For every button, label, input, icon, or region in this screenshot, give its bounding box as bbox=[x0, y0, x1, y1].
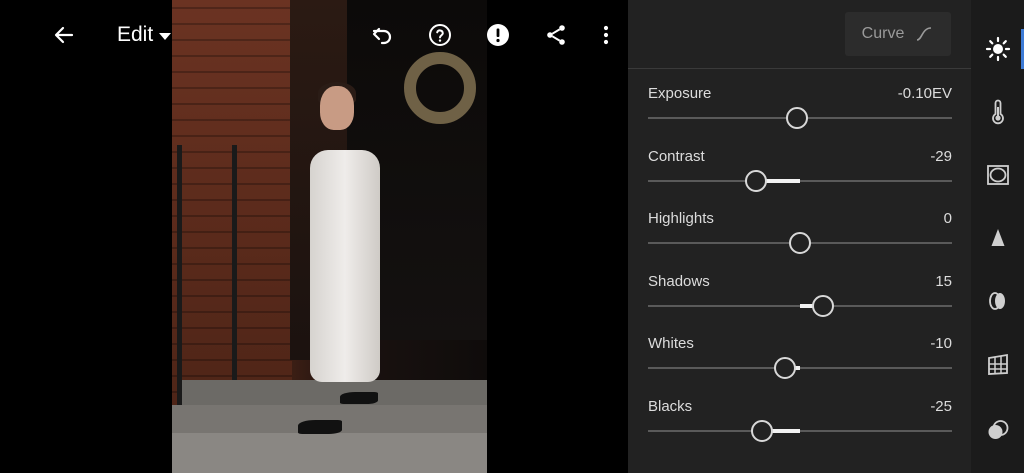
contrast-slider-group: Contrast -29 bbox=[648, 148, 952, 210]
panel-header: Curve bbox=[628, 0, 971, 69]
photo-image bbox=[172, 0, 487, 473]
contrast-slider[interactable] bbox=[648, 170, 952, 192]
photo-step bbox=[172, 433, 487, 473]
slider-handle[interactable] bbox=[773, 357, 796, 379]
slider-value: -10 bbox=[930, 335, 952, 352]
effects-icon[interactable] bbox=[971, 155, 1024, 195]
curve-button-label: Curve bbox=[861, 25, 905, 42]
slider-label: Whites bbox=[648, 335, 694, 352]
highlights-slider[interactable] bbox=[648, 232, 952, 254]
light-panel: Curve Exposure -0.10EV Contrast -29 High… bbox=[628, 0, 971, 473]
shadows-slider-group: Shadows 15 bbox=[648, 273, 952, 335]
slider-label: Contrast bbox=[648, 148, 705, 165]
slider-value: -0.10EV bbox=[897, 85, 952, 102]
slider-value: -25 bbox=[930, 398, 952, 415]
slider-handle[interactable] bbox=[786, 107, 809, 129]
slider-handle[interactable] bbox=[789, 232, 811, 254]
curve-button[interactable]: Curve bbox=[845, 12, 951, 56]
blacks-slider-group: Blacks -25 bbox=[648, 398, 952, 460]
edit-mode-label: Edit bbox=[117, 23, 154, 46]
light-icon[interactable] bbox=[971, 29, 1024, 69]
slider-label: Exposure bbox=[648, 85, 712, 102]
slider-handle[interactable] bbox=[751, 420, 773, 442]
detail-icon[interactable] bbox=[971, 218, 1024, 258]
color-temperature-icon[interactable] bbox=[971, 92, 1024, 132]
slider-handle[interactable] bbox=[744, 170, 767, 192]
more-vertical-icon[interactable] bbox=[593, 22, 619, 48]
alert-icon[interactable] bbox=[485, 22, 511, 48]
top-toolbar: Edit bbox=[0, 0, 628, 68]
slider-handle[interactable] bbox=[811, 295, 834, 317]
photo-step bbox=[182, 380, 487, 405]
photo-shoe bbox=[298, 420, 342, 434]
photo-person bbox=[310, 150, 380, 382]
edit-mode-dropdown[interactable]: Edit bbox=[117, 20, 172, 50]
slider-value: 0 bbox=[943, 210, 952, 227]
slider-label: Shadows bbox=[648, 273, 710, 290]
shadows-slider[interactable] bbox=[648, 295, 952, 317]
highlights-slider-group: Highlights 0 bbox=[648, 210, 952, 272]
optics-icon[interactable] bbox=[971, 281, 1024, 321]
blacks-slider[interactable] bbox=[648, 420, 952, 442]
exposure-slider-group: Exposure -0.10EV bbox=[648, 85, 952, 147]
geometry-icon[interactable] bbox=[971, 344, 1024, 384]
presets-icon[interactable] bbox=[971, 410, 1024, 450]
tool-rail bbox=[971, 0, 1024, 473]
whites-slider-group: Whites -10 bbox=[648, 335, 952, 397]
exposure-slider[interactable] bbox=[648, 107, 952, 129]
help-icon[interactable] bbox=[427, 22, 453, 48]
slider-value: 15 bbox=[935, 273, 952, 290]
photo-shoe bbox=[340, 392, 378, 404]
undo-icon[interactable] bbox=[369, 22, 395, 48]
caret-down-icon bbox=[159, 32, 172, 40]
slider-label: Blacks bbox=[648, 398, 693, 415]
whites-slider[interactable] bbox=[648, 357, 952, 379]
share-icon[interactable] bbox=[543, 22, 569, 48]
slider-value: -29 bbox=[930, 148, 952, 165]
slider-label: Highlights bbox=[648, 210, 714, 227]
back-arrow-icon[interactable] bbox=[51, 22, 77, 48]
curve-icon bbox=[917, 27, 932, 41]
photo-person-head bbox=[320, 86, 354, 130]
photo-canvas[interactable] bbox=[0, 0, 628, 473]
